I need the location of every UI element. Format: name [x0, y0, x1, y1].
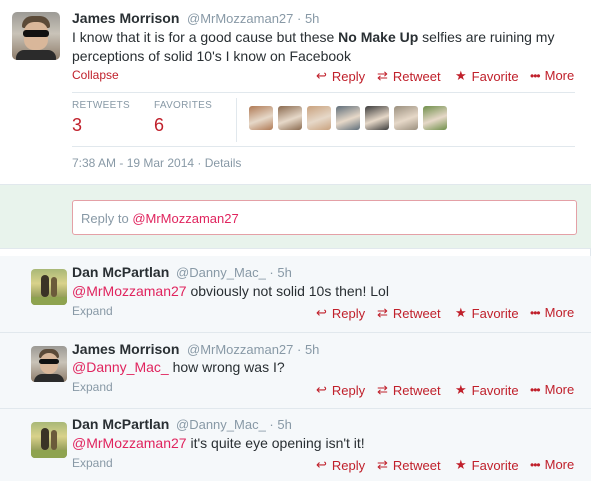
reply-arrow-icon: ↩ — [316, 457, 327, 472]
retweet-button[interactable]: ⇄ Retweet — [377, 68, 441, 84]
bold-phrase: No Make Up — [338, 29, 419, 45]
favoriter-avatar[interactable] — [365, 106, 389, 130]
mention-link[interactable]: @MrMozzaman27 — [72, 283, 187, 299]
reply-button[interactable]: ↩ Reply — [316, 457, 365, 473]
favorite-button[interactable]: ★ Favorite — [455, 457, 519, 473]
avatar[interactable] — [31, 346, 67, 382]
scroll-gutter — [591, 0, 600, 481]
author-handle[interactable]: @MrMozzaman27 · 5h — [187, 11, 319, 26]
reply-input[interactable]: Reply to @MrMozzaman27 — [72, 200, 577, 235]
reply-arrow-icon: ↩ — [316, 382, 327, 397]
tweet-text: @MrMozzaman27 it's quite eye opening isn… — [72, 435, 365, 451]
retweets-count[interactable]: 3 — [72, 115, 82, 136]
author-handle[interactable]: @Danny_Mac_ · 5h — [176, 417, 292, 432]
more-button[interactable]: ••• More — [530, 382, 574, 397]
favoriter-avatar[interactable] — [307, 106, 331, 130]
retweet-icon: ⇄ — [377, 68, 388, 83]
avatar[interactable] — [31, 269, 67, 305]
tweet-text: I know that it is for a good cause but t… — [72, 29, 555, 64]
retweet-icon: ⇄ — [377, 382, 388, 397]
tweet-actions: ↩ Reply ⇄ Retweet ★ Favorite ••• More — [0, 457, 591, 473]
favoriter-avatar[interactable] — [249, 106, 273, 130]
more-button[interactable]: ••• More — [530, 457, 574, 472]
favoriter-avatar[interactable] — [423, 106, 447, 130]
tweet-actions: ↩ Reply ⇄ Retweet ★ Favorite ••• More — [0, 68, 591, 84]
reply-arrow-icon: ↩ — [316, 305, 327, 320]
ellipsis-icon: ••• — [530, 457, 541, 472]
main-tweet: James Morrison @MrMozzaman27 · 5h I know… — [0, 0, 591, 184]
retweet-button[interactable]: ⇄ Retweet — [377, 457, 441, 473]
ellipsis-icon: ••• — [530, 382, 541, 397]
favoriter-avatar[interactable] — [336, 106, 360, 130]
author-name[interactable]: Dan McPartlan — [72, 416, 169, 432]
author-handle[interactable]: @MrMozzaman27 · 5h — [187, 342, 319, 357]
star-icon: ★ — [455, 305, 467, 320]
tweet-detail-panel: James Morrison @MrMozzaman27 · 5h I know… — [0, 0, 591, 481]
reply-button[interactable]: ↩ Reply — [316, 382, 365, 398]
tweet-text: @Danny_Mac_ how wrong was I? — [72, 359, 285, 375]
reply-tweet[interactable]: Dan McPartlan @Danny_Mac_ · 5h @MrMozzam… — [0, 256, 591, 333]
reply-tweet[interactable]: Dan McPartlan @Danny_Mac_ · 5h @MrMozzam… — [0, 409, 591, 481]
divider — [72, 146, 575, 147]
avatar[interactable] — [12, 12, 60, 60]
tweet-timestamp[interactable]: 7:38 AM - 19 Mar 2014 · Details — [72, 156, 241, 170]
reply-button[interactable]: ↩ Reply — [316, 305, 365, 321]
mention-link[interactable]: @Danny_Mac_ — [72, 359, 169, 375]
tweet-text: @MrMozzaman27 obviously not solid 10s th… — [72, 283, 389, 299]
favoriter-avatar[interactable] — [394, 106, 418, 130]
retweet-icon: ⇄ — [377, 305, 388, 320]
ellipsis-icon: ••• — [530, 68, 541, 83]
tweet-actions: ↩ Reply ⇄ Retweet ★ Favorite ••• More — [0, 382, 591, 398]
retweet-button[interactable]: ⇄ Retweet — [377, 382, 441, 398]
star-icon: ★ — [455, 68, 467, 83]
avatar[interactable] — [31, 422, 67, 458]
star-icon: ★ — [455, 457, 467, 472]
divider — [72, 92, 575, 93]
favorite-button[interactable]: ★ Favorite — [455, 382, 519, 398]
favorite-button[interactable]: ★ Favorite — [455, 68, 519, 84]
author-name[interactable]: James Morrison — [72, 10, 179, 26]
more-button[interactable]: ••• More — [530, 305, 574, 320]
tweet-actions: ↩ Reply ⇄ Retweet ★ Favorite ••• More — [0, 305, 591, 321]
reply-arrow-icon: ↩ — [316, 68, 327, 83]
author-name[interactable]: James Morrison — [72, 341, 179, 357]
retweets-label: RETWEETS — [72, 100, 130, 111]
reply-tweet[interactable]: James Morrison @MrMozzaman27 · 5h @Danny… — [0, 333, 591, 409]
reply-placeholder: Reply to @MrMozzaman27 — [81, 211, 239, 226]
mention-link[interactable]: @MrMozzaman27 — [72, 435, 187, 451]
favoriter-avatar[interactable] — [278, 106, 302, 130]
favorites-label: FAVORITES — [154, 100, 213, 111]
favorite-button[interactable]: ★ Favorite — [455, 305, 519, 321]
divider — [236, 98, 237, 142]
retweet-icon: ⇄ — [377, 457, 388, 472]
author-name[interactable]: Dan McPartlan — [72, 264, 169, 280]
reply-button[interactable]: ↩ Reply — [316, 68, 365, 84]
more-button[interactable]: ••• More — [530, 68, 574, 83]
star-icon: ★ — [455, 382, 467, 397]
retweet-button[interactable]: ⇄ Retweet — [377, 305, 441, 321]
ellipsis-icon: ••• — [530, 305, 541, 320]
author-handle[interactable]: @Danny_Mac_ · 5h — [176, 265, 292, 280]
favorites-count[interactable]: 6 — [154, 115, 164, 136]
